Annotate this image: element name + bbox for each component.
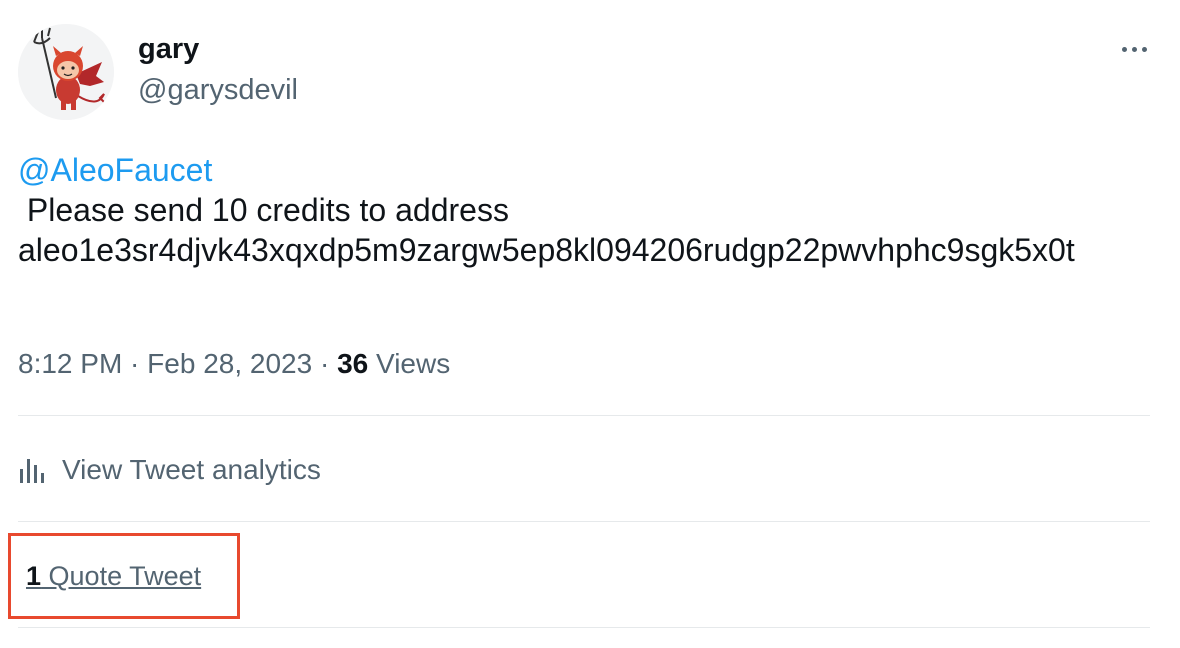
devil-avatar-icon[interactable] [18,24,114,120]
author-name[interactable]: gary [138,32,199,66]
more-dot [1121,46,1127,52]
mention-link[interactable]: @AleoFaucet [18,150,1150,190]
analytics-bar-icon [20,459,44,483]
divider [18,521,1150,522]
more-dot [1131,46,1137,52]
author-handle[interactable]: @garysdevil [138,73,298,107]
tweet-address: aleo1e3sr4djvk43xqxdp5m9zargw5ep8kl09420… [18,232,1075,268]
tweet-message: Please send 10 credits to address [18,192,509,228]
divider [18,627,1150,628]
divider [18,415,1150,416]
meta-separator: · [122,348,148,379]
tweet-meta: 8:12 PM · Feb 28, 2023 · 36 Views [18,346,450,382]
views-label: Views [368,348,451,379]
more-dot [1141,46,1147,52]
quote-count: 1 [26,561,42,591]
view-analytics-button[interactable]: View Tweet analytics [18,448,321,492]
quote-label: Quote Tweet [41,561,202,591]
analytics-label: View Tweet analytics [62,454,321,485]
tweet-time[interactable]: 8:12 PM [18,348,122,379]
quote-tweets-link[interactable]: 1 Quote Tweet [26,558,201,594]
views-count: 36 [337,348,369,379]
tweet-header: gary @garysdevil [18,24,1150,120]
tweet-detail: gary @garysdevil @AleoFaucet Please send… [8,0,1150,648]
meta-separator: · [312,348,338,379]
tweet-text: @AleoFaucet Please send 10 credits to ad… [18,150,1150,270]
more-options-icon[interactable] [1114,34,1154,64]
tweet-date[interactable]: Feb 28, 2023 [147,348,312,379]
